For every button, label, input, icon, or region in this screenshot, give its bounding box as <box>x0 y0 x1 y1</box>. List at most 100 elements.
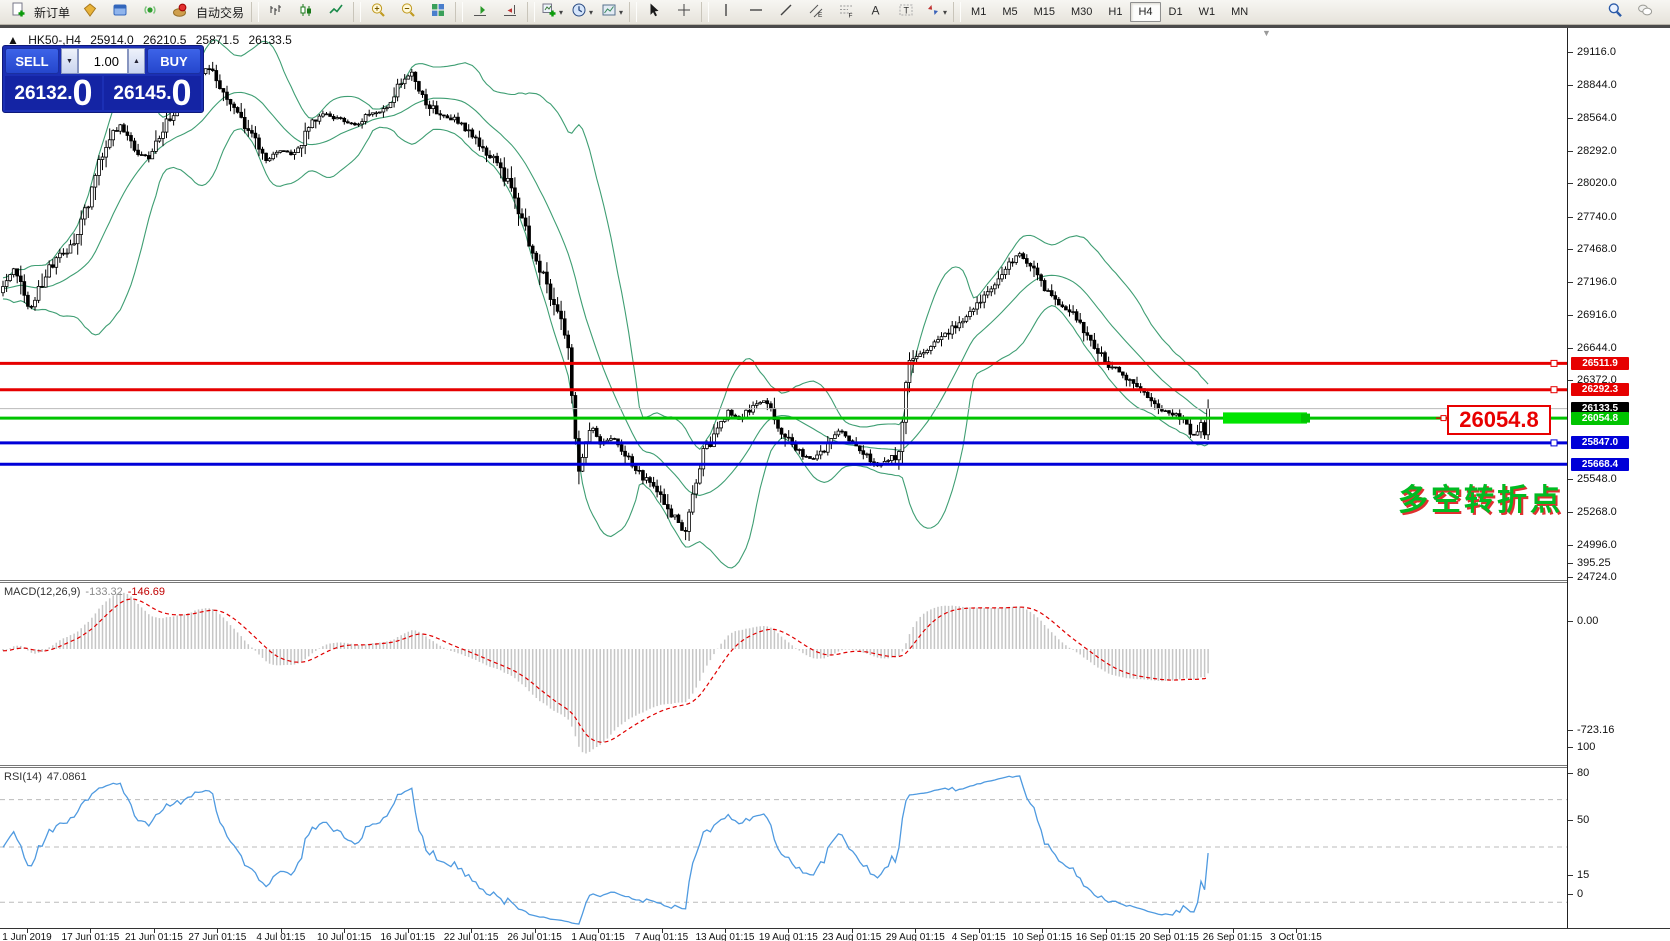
rsi-tick-label: 15 <box>1577 869 1589 881</box>
price-axis[interactable]: 29116.028844.028564.028292.028020.027740… <box>1567 28 1670 928</box>
axis-tick <box>1568 621 1573 622</box>
toolbar-separator <box>629 2 637 22</box>
timeframe-m5-button[interactable]: M5 <box>994 2 1025 22</box>
market-watch-button[interactable] <box>105 0 135 24</box>
trendline-button[interactable] <box>771 0 801 24</box>
add-indicator-button[interactable]: ▾ <box>537 0 567 24</box>
channel-icon: E <box>808 2 824 23</box>
axis-tick <box>1568 52 1573 53</box>
arrows-button[interactable]: ▾ <box>921 0 951 24</box>
dropdown-arrow-icon: ▾ <box>589 8 593 17</box>
rsi-chart[interactable] <box>0 768 1567 928</box>
time-axis-label: 10 Jul 01:15 <box>317 932 372 941</box>
time-axis-label: 16 Sep 01:15 <box>1076 932 1136 941</box>
channel-button[interactable]: E <box>801 0 831 24</box>
fibonacci-button[interactable]: F <box>831 0 861 24</box>
time-axis-label: 17 Jun 01:15 <box>62 932 120 941</box>
bars-icon <box>268 2 284 23</box>
rsi-tick-label: 50 <box>1577 814 1589 826</box>
volume-decrease-button[interactable]: ▼ <box>61 48 78 74</box>
toolbar-separator <box>701 2 709 22</box>
toolbar-separator <box>353 2 361 22</box>
time-axis-label: 29 Aug 01:15 <box>886 932 945 941</box>
horizontal-line-button[interactable] <box>741 0 771 24</box>
arrows-icon <box>925 2 941 23</box>
timeframe-m1-button[interactable]: M1 <box>963 2 994 22</box>
volume-input[interactable]: 1.00 <box>78 48 128 74</box>
rsi-indicator-label: RSI(14)47.0861 <box>4 771 87 783</box>
tile-icon <box>430 2 446 23</box>
macd-chart[interactable] <box>0 583 1567 765</box>
timeframe-m15-button[interactable]: M15 <box>1026 2 1063 22</box>
timeframe-mn-button[interactable]: MN <box>1223 2 1256 22</box>
macd-tick-label: -723.16 <box>1577 724 1614 736</box>
timeframe-d1-button[interactable]: D1 <box>1161 2 1191 22</box>
rsi-panel-splitter[interactable] <box>0 765 1670 768</box>
line-anchor-marker[interactable] <box>1551 440 1557 446</box>
autotrading-button[interactable] <box>165 0 195 24</box>
timeframe-w1-button[interactable]: W1 <box>1191 2 1224 22</box>
zone-anchor-marker[interactable] <box>1301 414 1310 423</box>
price-annotation-box[interactable]: 26054.8 <box>1447 405 1551 435</box>
zoom-in-button[interactable] <box>363 0 393 24</box>
chart-shift-button[interactable] <box>495 0 525 24</box>
bar-chart-button[interactable] <box>261 0 291 24</box>
text-a-icon: A <box>868 2 884 23</box>
one-click-trading-panel: SELL ▼ 1.00 ▲ BUY 26132 . 0 26145 . 0 <box>2 45 204 113</box>
search-button[interactable] <box>1600 0 1630 24</box>
time-axis-label: 26 Sep 01:15 <box>1203 932 1263 941</box>
tile-windows-button[interactable] <box>423 0 453 24</box>
buy-button[interactable]: BUY <box>147 48 201 74</box>
periods-button[interactable]: ▾ <box>567 0 597 24</box>
sell-price[interactable]: 26132 . 0 <box>5 76 102 110</box>
line-chart-button[interactable] <box>321 0 351 24</box>
auto-scroll-button[interactable] <box>465 0 495 24</box>
macd-panel-splitter[interactable] <box>0 580 1670 583</box>
zoom-out-button[interactable] <box>393 0 423 24</box>
price-tick-label: 24724.0 <box>1577 571 1617 583</box>
buy-price[interactable]: 26145 . 0 <box>104 76 201 110</box>
signal-icon <box>142 2 158 23</box>
new-order-button[interactable] <box>3 0 33 24</box>
label-button[interactable]: T <box>891 0 921 24</box>
chat-button[interactable] <box>1630 0 1660 24</box>
timeframe-m30-button[interactable]: M30 <box>1063 2 1100 22</box>
template-icon <box>601 2 617 23</box>
line-chart-icon <box>328 2 344 23</box>
line-anchor-marker[interactable] <box>1551 387 1557 393</box>
line-anchor-marker[interactable] <box>1551 360 1557 366</box>
note-anchor-marker <box>1441 416 1446 421</box>
time-axis[interactable]: 1 Jun 201917 Jun 01:1521 Jun 01:1527 Jun… <box>0 928 1670 941</box>
bollinger-bands <box>3 40 1208 568</box>
autotrading-button-label[interactable]: 自动交易 <box>196 4 244 21</box>
crosshair-button[interactable] <box>669 0 699 24</box>
candlestick-chart-button[interactable] <box>291 0 321 24</box>
sell-button[interactable]: SELL <box>5 48 59 74</box>
panel-splitter-icon[interactable]: ▼ <box>1262 28 1271 38</box>
green-highlight-zone[interactable] <box>1223 412 1307 423</box>
text-button[interactable]: A <box>861 0 891 24</box>
vertical-line-button[interactable] <box>711 0 741 24</box>
cursor-button[interactable] <box>639 0 669 24</box>
timeframe-h4-button[interactable]: H4 <box>1130 2 1160 22</box>
price-tick-label: 25268.0 <box>1577 506 1617 518</box>
price-tick-label: 27740.0 <box>1577 211 1617 223</box>
charts-button[interactable] <box>75 0 105 24</box>
toolbar-separator <box>953 2 961 22</box>
templates-button[interactable]: ▾ <box>597 0 627 24</box>
axis-tick <box>1568 282 1573 283</box>
new-order-button-label[interactable]: 新订单 <box>34 4 70 21</box>
price-tick-label: 26916.0 <box>1577 309 1617 321</box>
mt4-terminal: 新订单自动交易▾▾▾EFAT▾M1M5M15M30H1H4D1W1MN ▲ HK… <box>0 0 1670 941</box>
axis-tick <box>1568 85 1573 86</box>
axis-tick <box>1568 380 1573 381</box>
turning-point-annotation[interactable]: 多空转折点 <box>1398 475 1563 519</box>
axis-tick <box>1568 315 1573 316</box>
timeframe-h1-button[interactable]: H1 <box>1100 2 1130 22</box>
main-chart[interactable] <box>0 31 1567 581</box>
volume-increase-button[interactable]: ▲ <box>128 48 145 74</box>
svg-text:T: T <box>904 5 910 15</box>
signals-button[interactable] <box>135 0 165 24</box>
dropdown-arrow-icon: ▾ <box>559 8 563 17</box>
price-tick-label: 28292.0 <box>1577 145 1617 157</box>
